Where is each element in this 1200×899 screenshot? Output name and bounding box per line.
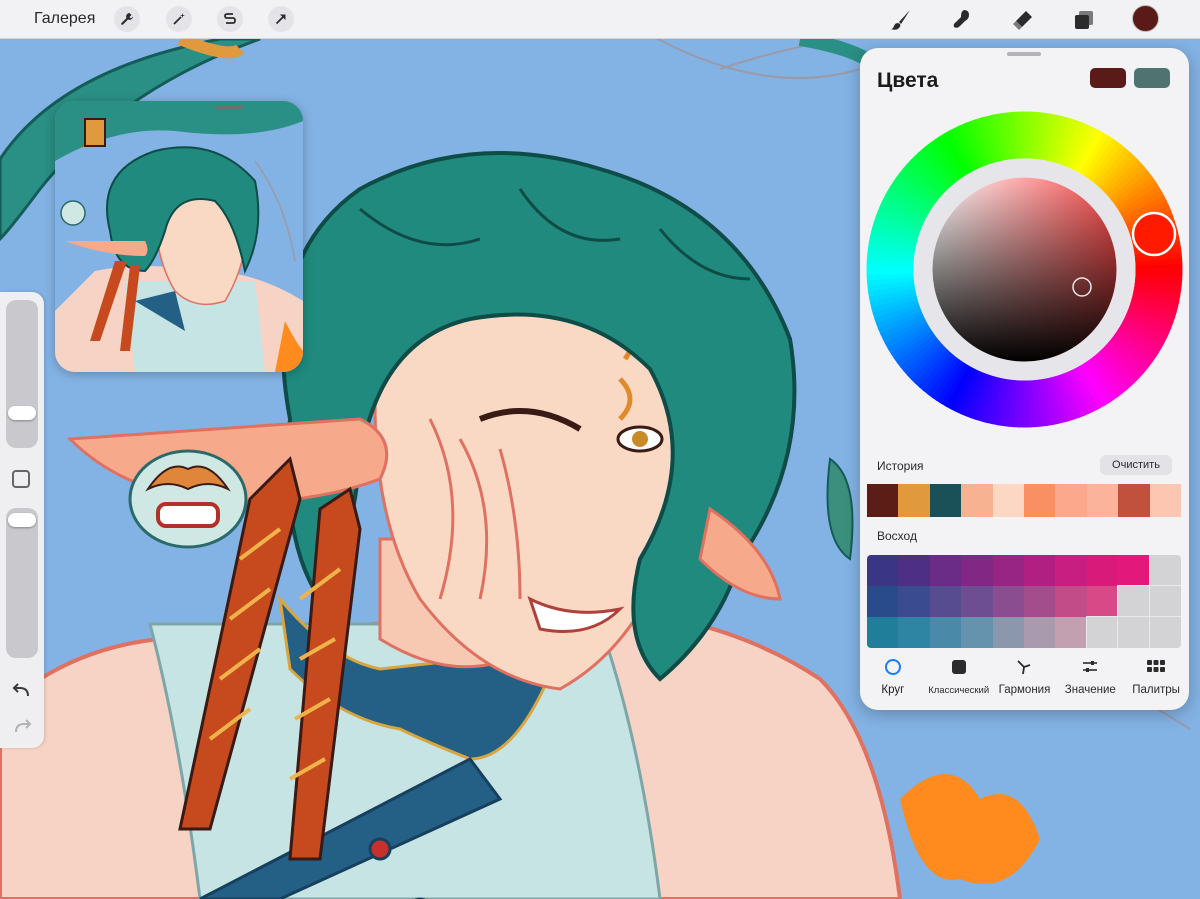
tab-label: Значение — [1064, 684, 1116, 696]
palette-swatch[interactable] — [1055, 555, 1087, 586]
palette-swatch[interactable] — [929, 555, 962, 586]
grid-icon — [1146, 657, 1166, 677]
colors-panel: Цвета История Очистить Восход Круг Класс… — [860, 48, 1189, 710]
reference-window[interactable] — [55, 101, 303, 372]
palette-label: Восход — [877, 529, 917, 543]
reference-image — [55, 101, 303, 372]
history-swatch[interactable] — [929, 484, 962, 517]
palette-swatch[interactable] — [1148, 555, 1181, 587]
history-swatches — [867, 484, 1182, 517]
reference-drag-handle[interactable] — [215, 105, 243, 109]
palette-swatch[interactable] — [898, 555, 930, 586]
hue-picker[interactable] — [1131, 211, 1177, 257]
palette-swatch[interactable] — [867, 617, 899, 648]
history-swatch[interactable] — [1024, 484, 1056, 517]
history-swatch[interactable] — [961, 484, 993, 517]
palette-swatch[interactable] — [1117, 585, 1151, 618]
palette-swatch[interactable] — [961, 617, 993, 648]
tab-label: Палитры — [1132, 684, 1180, 696]
harmony-icon — [1014, 657, 1034, 677]
wrench-icon[interactable] — [114, 6, 140, 32]
smudge-icon[interactable] — [948, 6, 976, 34]
palette-swatch[interactable] — [867, 586, 899, 617]
palette-swatch[interactable] — [992, 617, 1024, 648]
history-swatch[interactable] — [867, 484, 899, 517]
brush-icon[interactable] — [887, 6, 915, 34]
palette-swatch[interactable] — [1055, 586, 1087, 617]
saturation-brightness-disc[interactable] — [932, 177, 1117, 362]
tab-disc[interactable]: Круг — [861, 653, 925, 696]
palette-swatch[interactable] — [929, 617, 962, 648]
history-swatch[interactable] — [1086, 484, 1119, 517]
modify-button[interactable] — [12, 470, 30, 488]
current-color-button[interactable] — [1132, 5, 1159, 32]
tab-label: Гармония — [998, 684, 1051, 696]
history-swatch[interactable] — [1149, 484, 1182, 517]
color-wheel[interactable] — [866, 111, 1183, 428]
left-sidebar — [0, 292, 44, 748]
square-icon — [949, 657, 969, 677]
eraser-icon[interactable] — [1009, 6, 1037, 34]
palette-swatch[interactable] — [1118, 555, 1150, 586]
tab-label: Классический — [928, 685, 990, 696]
palette-swatch[interactable] — [992, 555, 1024, 586]
palette-swatch[interactable] — [1085, 616, 1120, 648]
palette-swatch[interactable] — [1086, 555, 1119, 586]
circle-icon — [883, 657, 903, 677]
tab-label: Круг — [881, 684, 905, 696]
brush-size-slider[interactable] — [6, 300, 38, 448]
top-toolbar: Галерея — [0, 0, 1200, 39]
gallery-button[interactable]: Галерея — [34, 10, 95, 28]
palette-swatch[interactable] — [898, 586, 930, 617]
palette-swatch[interactable] — [961, 586, 993, 617]
opacity-thumb[interactable] — [8, 512, 36, 527]
history-swatch[interactable] — [1118, 484, 1150, 517]
layers-icon[interactable] — [1070, 6, 1098, 34]
history-swatch[interactable] — [992, 484, 1025, 517]
palette-swatch[interactable] — [1023, 555, 1056, 586]
palette-swatch[interactable] — [929, 586, 962, 617]
palette-swatch[interactable] — [898, 617, 930, 648]
history-swatch[interactable] — [898, 484, 930, 517]
palette-swatch[interactable] — [992, 586, 1024, 617]
tab-harmony[interactable]: Гармония — [992, 653, 1056, 696]
primary-color-swatch[interactable] — [1090, 68, 1126, 88]
palette-swatch[interactable] — [1086, 586, 1119, 617]
palette-swatch[interactable] — [1023, 617, 1056, 648]
secondary-color-swatch[interactable] — [1134, 68, 1170, 88]
tab-palettes[interactable]: Палитры — [1124, 653, 1188, 696]
selection-icon[interactable] — [217, 6, 243, 32]
palette-swatch[interactable] — [1055, 617, 1087, 648]
palette-swatch[interactable] — [867, 555, 899, 586]
opacity-slider[interactable] — [6, 508, 38, 658]
undo-icon[interactable] — [10, 680, 34, 700]
brush-size-thumb[interactable] — [8, 406, 36, 420]
magic-wand-icon[interactable] — [166, 6, 192, 32]
palette-swatch[interactable] — [961, 555, 993, 586]
clear-history-button[interactable]: Очистить — [1100, 455, 1172, 475]
history-label: История — [877, 459, 924, 473]
redo-icon[interactable] — [10, 716, 34, 736]
tab-classic[interactable]: Классический — [927, 653, 991, 696]
palette-swatch[interactable] — [1023, 586, 1056, 617]
sliders-icon — [1080, 657, 1100, 677]
panel-title: Цвета — [877, 69, 939, 92]
palette-swatch[interactable] — [1148, 585, 1181, 618]
transform-arrow-icon[interactable] — [268, 6, 294, 32]
palette-swatches — [867, 555, 1181, 648]
tab-value[interactable]: Значение — [1058, 653, 1122, 696]
palette-swatch[interactable] — [1148, 616, 1181, 648]
history-swatch[interactable] — [1055, 484, 1087, 517]
color-mode-tabs: Круг Классический Гармония Значение Пали… — [860, 653, 1189, 705]
panel-drag-handle[interactable] — [1007, 52, 1041, 56]
palette-swatch[interactable] — [1117, 616, 1151, 648]
